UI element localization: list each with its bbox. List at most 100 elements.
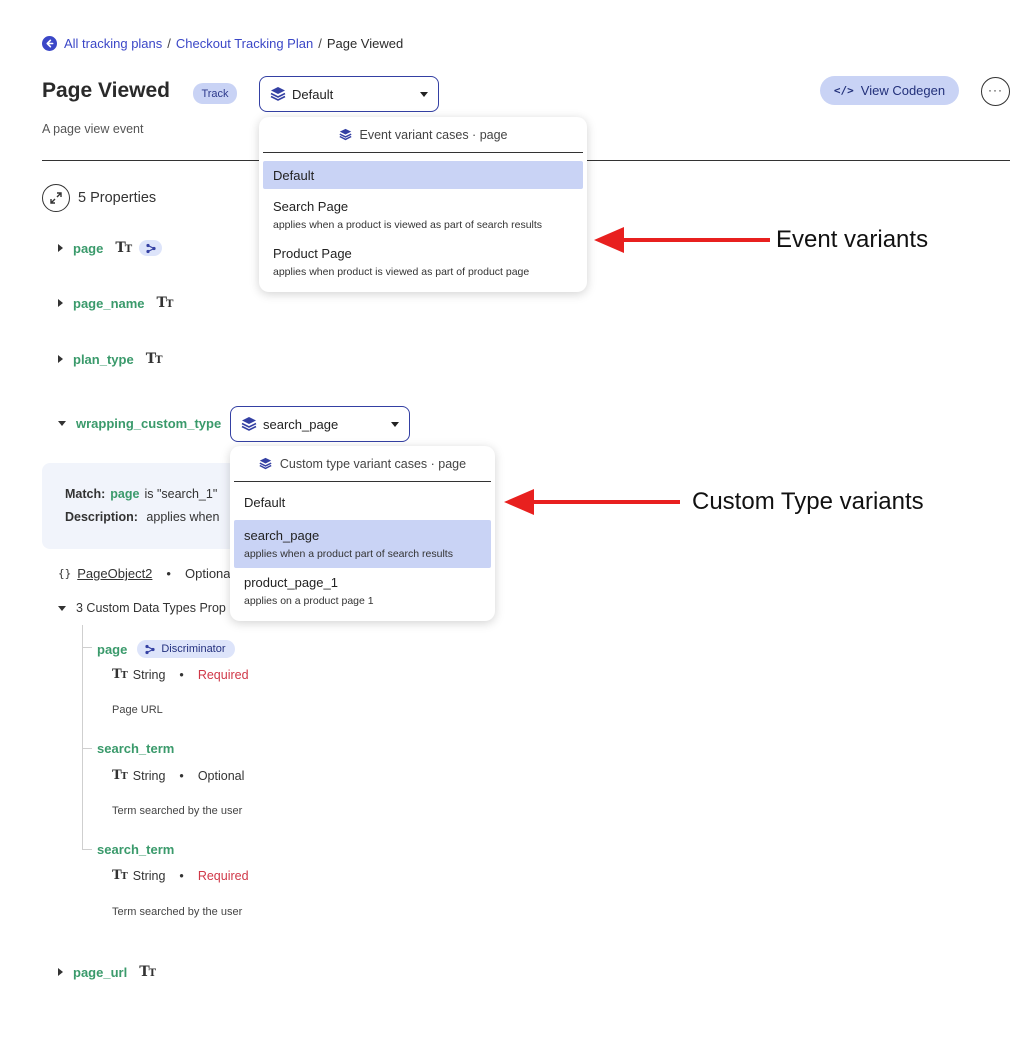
page-title: Page Viewed <box>42 79 171 102</box>
breadcrumb-current: Page Viewed <box>326 36 404 51</box>
requirement-required: Required <box>197 667 249 682</box>
custom-types-label: 3 Custom Data Types Prop <box>76 601 226 615</box>
custom-variant-option-default[interactable]: Default <box>234 484 491 520</box>
property-name: wrapping_custom_type <box>76 416 222 431</box>
text-type-icon: TT <box>112 868 128 883</box>
child-property-name: page <box>97 641 128 657</box>
child-property-name: search_term <box>97 842 175 857</box>
custom-variants-menu-header: Custom type variant cases · page <box>234 446 491 482</box>
collapse-caret-icon[interactable] <box>58 421 66 426</box>
custom-variant-option-product-page-1[interactable]: product_page_1 applies on a product page… <box>234 568 491 614</box>
property-row-plan-type[interactable]: plan_type TT <box>58 351 163 367</box>
expand-caret-icon[interactable] <box>58 244 63 252</box>
property-row-page-url[interactable]: page_url TT <box>58 964 156 980</box>
child-description: Page URL <box>112 704 163 716</box>
event-variant-option-product-page[interactable]: Product Page applies when product is vie… <box>263 239 583 285</box>
layers-icon <box>338 128 352 141</box>
object-optional: Optional <box>184 566 234 581</box>
text-type-icon: TT <box>139 964 156 980</box>
text-type-icon: TT <box>115 240 132 256</box>
event-variant-option-search-page[interactable]: Search Page applies when a product is vi… <box>263 191 583 239</box>
event-variants-menu: Event variant cases · page Default Searc… <box>259 117 587 292</box>
text-type-icon: TT <box>145 351 163 367</box>
layers-icon <box>270 87 286 101</box>
annotation-custom-type-variants: Custom Type variants <box>692 488 924 515</box>
tree-branch <box>82 748 92 749</box>
event-variants-menu-header: Event variant cases · page <box>263 117 583 153</box>
expand-caret-icon[interactable] <box>58 355 63 363</box>
description-value: applies when <box>146 510 220 524</box>
child-type: String <box>132 768 166 783</box>
match-label: Match: <box>65 487 106 501</box>
bullet: • <box>179 667 184 682</box>
property-name: page_name <box>73 295 145 311</box>
discriminator-icon <box>139 240 163 256</box>
event-variant-select[interactable]: Default <box>259 76 439 112</box>
child-type-row: TT String • Required <box>112 868 249 883</box>
custom-type-variants-menu: Custom type variant cases · page Default… <box>230 446 495 621</box>
property-name: page_url <box>73 964 128 980</box>
ellipsis-icon: ··· <box>988 82 1003 97</box>
event-variant-option-default[interactable]: Default <box>263 161 583 189</box>
custom-type-variant-select[interactable]: search_page <box>230 406 410 442</box>
bullet: • <box>179 868 184 883</box>
text-type-icon: TT <box>112 667 128 682</box>
annotation-arrow-event <box>594 227 770 253</box>
breadcrumb-separator: / <box>167 36 171 51</box>
expand-caret-icon[interactable] <box>58 299 63 307</box>
annotation-arrow-custom <box>504 489 680 515</box>
description-label: Description: <box>65 510 138 524</box>
event-description: A page view event <box>42 122 144 136</box>
custom-variant-option-search-page[interactable]: search_page applies when a product part … <box>234 520 491 568</box>
property-name: page <box>73 240 104 256</box>
back-arrow-icon[interactable] <box>42 36 57 51</box>
text-type-icon: TT <box>156 295 174 311</box>
collapse-caret-icon[interactable] <box>58 605 66 611</box>
annotation-event-variants: Event variants <box>776 226 929 253</box>
event-variant-value: Default <box>292 86 334 102</box>
layers-icon <box>259 457 272 470</box>
requirement-optional: Optional <box>197 768 245 783</box>
expand-icon[interactable] <box>42 184 70 212</box>
properties-count: 5 Properties <box>78 190 157 206</box>
tree-branch <box>82 849 92 850</box>
child-type-row: TT String • Optional <box>112 768 244 783</box>
object-braces-icon: {} <box>58 567 72 580</box>
custom-variant-value: search_page <box>263 416 339 432</box>
tree-line <box>82 625 83 850</box>
property-row-wrapping-custom-type[interactable]: wrapping_custom_type <box>58 416 221 431</box>
expand-caret-icon[interactable] <box>58 968 63 976</box>
child-property-search-term[interactable]: search_term <box>97 842 174 857</box>
discriminator-badge: Discriminator <box>137 640 235 658</box>
property-row-page-name[interactable]: page_name TT <box>58 295 174 311</box>
child-description: Term searched by the user <box>112 805 243 817</box>
chevron-down-icon <box>420 91 428 97</box>
child-type: String <box>132 868 166 883</box>
breadcrumb-all-plans[interactable]: All tracking plans <box>64 36 162 51</box>
match-value: is "search_1" <box>144 487 218 501</box>
object-type-row: {} PageObject2 • Optional <box>58 566 233 581</box>
object-type-link[interactable]: PageObject2 <box>77 566 152 581</box>
breadcrumb: All tracking plans / Checkout Tracking P… <box>42 36 403 51</box>
property-row-page[interactable]: page TT <box>58 240 163 256</box>
chevron-down-icon <box>391 421 399 427</box>
match-line: Match: page is "search_1" <box>65 487 217 501</box>
child-property-name: search_term <box>97 741 175 756</box>
view-codegen-button[interactable]: </> View Codegen <box>820 76 959 105</box>
custom-types-header[interactable]: 3 Custom Data Types Prop <box>58 601 226 615</box>
code-icon: </> <box>833 84 854 97</box>
match-property[interactable]: page <box>110 487 139 501</box>
property-name: plan_type <box>73 351 134 367</box>
more-options-button[interactable]: ··· <box>981 77 1010 106</box>
child-property-search-term[interactable]: search_term <box>97 741 174 756</box>
match-box <box>42 463 252 549</box>
layers-icon <box>241 417 257 431</box>
view-codegen-label: View Codegen <box>860 83 946 98</box>
requirement-required: Required <box>197 868 249 883</box>
child-property-page[interactable]: page Discriminator <box>97 640 235 658</box>
bullet: • <box>166 566 171 581</box>
breadcrumb-plan[interactable]: Checkout Tracking Plan <box>176 36 313 51</box>
child-description: Term searched by the user <box>112 906 243 918</box>
track-badge: Track <box>193 83 237 104</box>
properties-header: 5 Properties <box>42 184 156 212</box>
